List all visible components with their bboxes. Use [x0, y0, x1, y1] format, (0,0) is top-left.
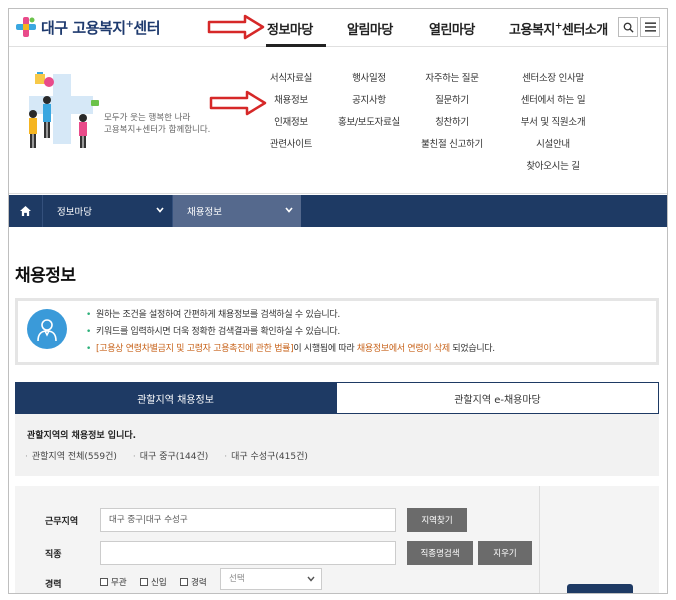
- menu-col-info: 서식자료실 채용정보 인재정보 관련사이트: [261, 73, 321, 161]
- browser-frame: 대구 고용복지+센터 정보마당 알림마당 열린마당 고용복지+센터소개 모두가 …: [8, 8, 668, 594]
- nav-info[interactable]: 정보마당: [267, 19, 313, 38]
- menu-link-related-sites[interactable]: 관련사이트: [261, 139, 321, 161]
- breadcrumb-home[interactable]: [9, 195, 43, 227]
- job-type-label: 직종: [45, 550, 62, 560]
- notice-line-1: • 원하는 조건을 설정하여 간편하게 채용정보를 검색하실 수 있습니다.: [86, 310, 340, 320]
- menu-link-greeting[interactable]: 센터소장 인사말: [514, 73, 592, 95]
- nav-open[interactable]: 열린마당: [429, 19, 475, 38]
- nav-notice[interactable]: 알림마당: [347, 19, 393, 38]
- slogan-line-1: 모두가 웃는 행복한 나라: [104, 113, 191, 123]
- people-illustration-icon: [29, 72, 99, 148]
- menu-col-notice: 행사일정 공지사항 홍보/보도자료실: [334, 73, 404, 139]
- notice-line-3: • [고용상 연령차별금지 및 고령자 고용촉진에 관한 법률]이 시행됨에 따라…: [86, 344, 495, 354]
- menu-link-staff[interactable]: 부서 및 직원소개: [514, 117, 592, 139]
- breadcrumb: 정보마당 채용정보: [9, 195, 667, 227]
- site-logo[interactable]: 대구 고용복지+센터: [15, 16, 161, 38]
- menu-link-facilities[interactable]: 시설안내: [514, 139, 592, 161]
- menu-col-open: 자주하는 질문 질문하기 칭찬하기 불친절 신고하기: [414, 73, 490, 161]
- checkbox-icon: [100, 578, 108, 586]
- chevron-down-icon: [156, 207, 164, 213]
- checkbox-icon: [140, 578, 148, 586]
- menu-link-events[interactable]: 행사일정: [334, 73, 404, 95]
- chevron-down-icon: [307, 576, 315, 582]
- clear-button[interactable]: 지우기: [478, 541, 532, 565]
- logo-cross-icon: [16, 17, 36, 37]
- work-area-input[interactable]: 대구 중구|대구 수성구: [100, 508, 396, 532]
- menu-link-ask[interactable]: 질문하기: [414, 95, 490, 117]
- menu-link-announcements[interactable]: 공지사항: [334, 95, 404, 117]
- chevron-down-icon: [285, 207, 293, 213]
- red-arrow-icon-2: [209, 90, 267, 116]
- job-type-input[interactable]: [100, 541, 396, 565]
- page-title: 채용정보: [15, 266, 76, 286]
- menu-link-services[interactable]: 센터에서 하는 일: [514, 95, 592, 117]
- person-icon: [27, 309, 67, 349]
- menu-link-complaint[interactable]: 불친절 신고하기: [414, 139, 490, 161]
- checkbox-icon: [180, 578, 188, 586]
- hamburger-menu-icon: [644, 22, 656, 32]
- tab-region-e-jobs[interactable]: 관할지역 e-채용마당: [336, 382, 659, 414]
- slogan: 모두가 웃는 행복한 나라 고용복지+센터가 함께합니다.: [104, 112, 210, 136]
- region-link-all[interactable]: · 관할지역 전체(559건): [25, 449, 117, 462]
- menu-link-praise[interactable]: 칭찬하기: [414, 117, 490, 139]
- region-link-junggu[interactable]: · 대구 중구(144건): [133, 449, 208, 462]
- notice-box: • 원하는 조건을 설정하여 간편하게 채용정보를 검색하실 수 있습니다. • 키…: [15, 298, 659, 365]
- breadcrumb-level1[interactable]: 정보마당: [43, 195, 173, 227]
- nav-active-indicator: [266, 44, 326, 47]
- site-header: 대구 고용복지+센터 정보마당 알림마당 열린마당 고용복지+센터소개: [9, 9, 667, 47]
- breadcrumb-level2-label: 채용정보: [187, 207, 222, 218]
- slogan-line-2: 고용복지+센터가 함께합니다.: [104, 125, 211, 135]
- mega-menu: 모두가 웃는 행복한 나라 고용복지+센터가 함께합니다. 서식자료실 채용정보…: [9, 48, 667, 194]
- menu-link-faq[interactable]: 자주하는 질문: [414, 73, 490, 95]
- menu-link-press[interactable]: 홍보/보도자료실: [334, 117, 404, 139]
- breadcrumb-level1-label: 정보마당: [57, 207, 92, 218]
- menu-link-talent[interactable]: 인재정보: [261, 117, 321, 139]
- region-title: 관할지역의 채용정보 입니다.: [27, 431, 137, 441]
- region-link-suseong[interactable]: · 대구 수성구(415건): [224, 449, 308, 462]
- notice-lines: • 원하는 조건을 설정하여 간편하게 채용정보를 검색하실 수 있습니다. • 키…: [86, 307, 495, 358]
- search-button[interactable]: [618, 17, 638, 37]
- work-area-label: 근무지역: [45, 517, 79, 527]
- home-icon: [20, 206, 31, 216]
- search-form: 근무지역 대구 중구|대구 수성구 지역찾기 직종 직종명검색 지우기 경력 무…: [15, 486, 659, 593]
- search-submit-button[interactable]: [567, 584, 633, 593]
- menu-col-about: 센터소장 인사말 센터에서 하는 일 부서 및 직원소개 시설안내 찾아오시는 …: [514, 73, 592, 183]
- find-area-button[interactable]: 지역찾기: [407, 508, 467, 532]
- menu-link-jobs[interactable]: 채용정보: [261, 95, 321, 117]
- red-arrow-icon: [207, 14, 265, 40]
- career-option-any[interactable]: 무관: [100, 576, 127, 588]
- career-select[interactable]: 선택: [220, 568, 322, 590]
- job-search-button[interactable]: 직종명검색: [407, 541, 473, 565]
- tab-region-jobs[interactable]: 관할지역 채용정보: [15, 382, 336, 414]
- region-links: · 관할지역 전체(559건) · 대구 중구(144건) · 대구 수성구(415건…: [25, 449, 324, 462]
- menu-button[interactable]: [640, 17, 660, 37]
- career-option-new[interactable]: 신입: [140, 576, 167, 588]
- menu-link-forms[interactable]: 서식자료실: [261, 73, 321, 95]
- menu-link-directions[interactable]: 찾아오시는 길: [514, 161, 592, 183]
- nav-about[interactable]: 고용복지+센터소개: [509, 19, 608, 38]
- region-info: 관할지역의 채용정보 입니다. · 관할지역 전체(559건) · 대구 중구(14…: [15, 414, 659, 476]
- search-icon: [623, 22, 634, 33]
- career-option-experienced[interactable]: 경력: [180, 576, 207, 588]
- logo-text: 대구 고용복지+센터: [41, 18, 161, 37]
- career-label: 경력: [45, 580, 62, 590]
- region-tabs: 관할지역 채용정보 관할지역 e-채용마당: [15, 382, 659, 414]
- search-form-fields: 근무지역 대구 중구|대구 수성구 지역찾기 직종 직종명검색 지우기 경력 무…: [15, 486, 540, 593]
- notice-line-2: • 키워드를 입력하시면 더욱 정확한 검색결과를 확인하실 수 있습니다.: [86, 327, 340, 337]
- breadcrumb-level2[interactable]: 채용정보: [173, 195, 301, 227]
